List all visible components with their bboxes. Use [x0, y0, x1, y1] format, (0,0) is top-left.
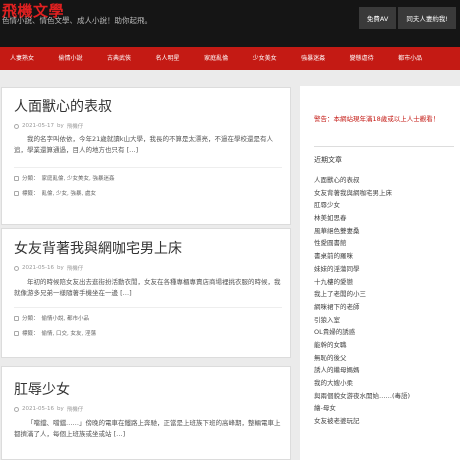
post-meta: 2021-05-16 by 飛機仔: [14, 405, 83, 413]
recent-post-link[interactable]: 風華絕色雙妻桑: [314, 225, 456, 238]
clock-icon: [14, 123, 19, 129]
post-author[interactable]: 飛機仔: [67, 122, 84, 130]
folder-icon: [14, 175, 19, 181]
post-divider: [14, 307, 282, 308]
nav-item-family[interactable]: 家庭亂倫: [198, 47, 234, 70]
post-excerpt: 我的名字叫依依，今年21歲就讀k山大學，我長的不算是太漂亮，不過在學校還是有人追…: [14, 135, 274, 154]
post-card: 肛辱少女 2021-05-16 by 飛機仔 「噹鐺、噹鐺……」傍晚的電車在鐵路…: [1, 366, 291, 460]
post-meta: 2021-05-17 by 飛機仔: [14, 122, 83, 130]
recent-post-link[interactable]: 我上了老闆的小三: [314, 288, 456, 301]
recent-post-link[interactable]: 與兩個貌女游夜水開始……(毒語): [314, 390, 456, 403]
post-categories: 分類： 偷情小說, 都市小品: [14, 314, 89, 322]
nav-item-wuxia[interactable]: 古典武俠: [101, 47, 137, 70]
tags-links[interactable]: 亂倫, 少女, 強暴, 處女: [42, 189, 97, 197]
recent-post-link[interactable]: 網咪裙下的老師: [314, 301, 456, 314]
recent-post-link[interactable]: 無恥的後父: [314, 352, 456, 365]
post-tags: 標籤： 偷情, 口交, 女友, 淫蕩: [14, 329, 96, 337]
post-date: 2021-05-16: [22, 406, 54, 412]
recent-post-link[interactable]: 引狼入室: [314, 314, 456, 327]
recent-post-link[interactable]: 林美如思春: [314, 212, 456, 225]
recent-post-link[interactable]: 能幹的女職: [314, 339, 456, 352]
tags-links[interactable]: 偷情, 口交, 女友, 淫蕩: [42, 329, 97, 337]
post-date: 2021-05-17: [22, 123, 54, 129]
post-title[interactable]: 人面獸心的表叔: [14, 96, 112, 116]
site-description: 色情小說、情色文學、成人小說！助你起飛。: [2, 16, 152, 25]
categories-links[interactable]: 偷情小說, 都市小品: [42, 314, 90, 322]
sidebar-divider: [314, 146, 454, 147]
tags-label: 標籤：: [22, 191, 39, 197]
post-categories: 分類： 家庭亂倫, 少女美女, 強暴迷姦: [14, 174, 115, 182]
nav-item-abuse[interactable]: 變態虐待: [344, 47, 380, 70]
recent-post-link[interactable]: 我的大嫂小柔: [314, 377, 456, 390]
clock-icon: [14, 265, 19, 271]
top-links: 免費AV 同夫人妻約我!: [358, 7, 456, 29]
recent-post-link[interactable]: 肛辱少女: [314, 199, 456, 212]
recent-post-link[interactable]: OL貴婦的誘惑: [314, 326, 456, 339]
nav-item-force[interactable]: 強暴迷姦: [295, 47, 331, 70]
recent-posts-heading: 近期文章: [314, 156, 342, 164]
post-card: 人面獸心的表叔 2021-05-17 by 飛機仔 我的名字叫依依，今年21歲就…: [1, 87, 291, 225]
post-by: by: [56, 123, 64, 129]
age-warning: 警告：本網站現年滿18歲或以上人士觀看！: [314, 115, 440, 123]
categories-links[interactable]: 家庭亂倫, 少女美女, 強暴迷姦: [42, 174, 115, 182]
recent-post-link[interactable]: 書桌前的羅咪: [314, 250, 456, 263]
post-by: by: [56, 406, 64, 412]
recent-post-link[interactable]: 妹妹的淫蕩同學: [314, 263, 456, 276]
tag-icon: [14, 330, 19, 336]
post-meta: 2021-05-16 by 飛機仔: [14, 264, 83, 272]
tags-label: 標籤：: [22, 331, 39, 337]
recent-post-link[interactable]: 誘人的繼母媽媽: [314, 364, 456, 377]
post-divider: [14, 167, 282, 168]
post-author[interactable]: 飛機仔: [67, 405, 84, 413]
post-title[interactable]: 肛辱少女: [14, 379, 70, 399]
main-nav: 人妻熟女 偷情小說 古典武俠 名人明星 家庭亂倫 少女美女 強暴迷姦 變態虐待 …: [0, 47, 460, 70]
nav-item-celebrity[interactable]: 名人明星: [150, 47, 186, 70]
recent-post-link[interactable]: 人面獸心的表叔: [314, 174, 456, 187]
top-link-date[interactable]: 同夫人妻約我!: [398, 7, 456, 29]
post-excerpt: 「噹鐺、噹鐺……」傍晚的電車在鐵路上奔馳，正當是上班族下班的高峰期，整輛電車上都…: [14, 419, 281, 438]
nav-item-wives[interactable]: 人妻熟女: [4, 47, 40, 70]
top-link-free-av[interactable]: 免費AV: [358, 7, 397, 29]
site-header: 飛機文學 色情小說、情色文學、成人小說！助你起飛。 免費AV 同夫人妻約我!: [0, 0, 460, 47]
post-card: 女友背著我與網咖宅男上床 2021-05-16 by 飛機仔 年初的時候陪女友出…: [1, 228, 291, 358]
tag-icon: [14, 190, 19, 196]
clock-icon: [14, 406, 19, 412]
recent-post-link[interactable]: 女友被老婆玩記: [314, 415, 456, 428]
nav-item-urban[interactable]: 都市小品: [392, 47, 428, 70]
categories-label: 分類：: [22, 316, 39, 322]
recent-post-link[interactable]: 性愛圓書館: [314, 237, 456, 250]
recent-post-link[interactable]: 十九樓的愛戀: [314, 276, 456, 289]
categories-label: 分類：: [22, 176, 39, 182]
sidebar: 警告：本網站現年滿18歲或以上人士觀看！ 近期文章 人面獸心的表叔 女友背著我與…: [300, 86, 460, 460]
post-date: 2021-05-16: [22, 265, 54, 271]
folder-icon: [14, 315, 19, 321]
post-excerpt: 年初的時候陪女友出去逛街扮活動衣閒，女友在各種專櫃專賣店商場裡挑衣服的時候，我就…: [14, 278, 281, 297]
nav-item-girls[interactable]: 少女美女: [247, 47, 283, 70]
recent-post-link[interactable]: 女友背著我與網咖宅男上床: [314, 187, 456, 200]
post-tags: 標籤： 亂倫, 少女, 強暴, 處女: [14, 189, 96, 197]
post-title[interactable]: 女友背著我與網咖宅男上床: [14, 238, 182, 258]
post-author[interactable]: 飛機仔: [67, 264, 84, 272]
recent-posts-list: 人面獸心的表叔 女友背著我與網咖宅男上床 肛辱少女 林美如思春 風華絕色雙妻桑 …: [314, 174, 456, 428]
post-by: by: [56, 265, 64, 271]
nav-item-affair[interactable]: 偷情小說: [53, 47, 89, 70]
recent-post-link[interactable]: 繪-母女: [314, 402, 456, 415]
